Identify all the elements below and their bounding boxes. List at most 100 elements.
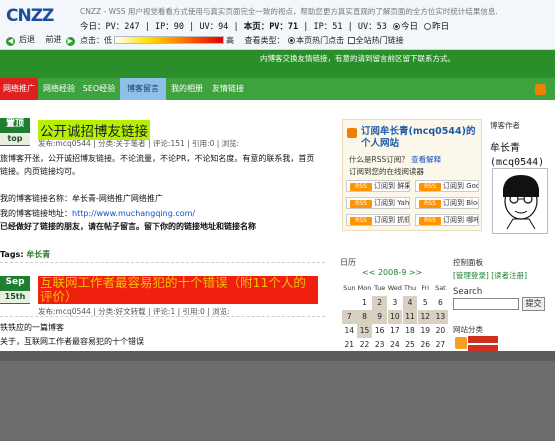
badge-month: Sep bbox=[5, 277, 25, 287]
subscribe-bloglines-button[interactable]: RSS订阅到 Bloglines bbox=[415, 197, 479, 209]
stats-page-uv: UV：53 bbox=[357, 22, 387, 32]
calendar-day[interactable]: 9 bbox=[372, 310, 387, 324]
calendar-day: 24 bbox=[390, 340, 400, 349]
rss-badge-icon: RSS bbox=[350, 200, 372, 208]
calendar-heading: 日历 bbox=[340, 258, 356, 267]
tab-guestbook[interactable]: 博客留言 bbox=[120, 78, 166, 100]
calendar-week: 7 8 9 10 11 12 13 bbox=[342, 310, 448, 324]
category-link[interactable] bbox=[468, 336, 498, 343]
post-title[interactable]: 互联网工作者最容易犯的十个错误（附11个人的评价） bbox=[38, 276, 318, 304]
calendar-month-nav[interactable]: << 2008-9 >> bbox=[362, 268, 422, 277]
rss-badge-icon: RSS bbox=[419, 200, 441, 208]
main-nav: 网络推广 网络经验 SEO经验 博客留言 我的相册 友情链接 bbox=[0, 78, 555, 100]
calendar-day: 6 bbox=[438, 298, 443, 307]
overlay-notch bbox=[142, 351, 424, 361]
back-button[interactable]: ◀ 后退 bbox=[6, 34, 39, 46]
calendar: Sun Mon Tue Wed Thu Fri Sat 1 2 3 4 5 6 … bbox=[342, 282, 448, 352]
post-tags: Tags: 牟长青 bbox=[0, 249, 50, 260]
tab-album[interactable]: 我的相册 bbox=[168, 78, 206, 100]
cnzz-history-nav: ◀ 后退 前进 ▶ bbox=[6, 34, 83, 46]
calendar-day[interactable]: 12 bbox=[417, 310, 433, 324]
click-high-label: 高 bbox=[226, 36, 234, 45]
rss-reader-hint: 订阅到您的在线阅读器 bbox=[349, 167, 424, 176]
calendar-day: 27 bbox=[435, 340, 446, 349]
post-header: Sep 15th 互联网工作者最容易犯的十个错误（附11个人的评价） bbox=[0, 276, 330, 304]
tab-network-exp[interactable]: 网络经验 bbox=[40, 78, 78, 100]
calendar-day: 26 bbox=[420, 340, 430, 349]
badge-bottom: top bbox=[0, 133, 30, 145]
subscribe-google-button[interactable]: RSS订阅到 Google bbox=[415, 180, 479, 192]
rss-badge-icon: RSS bbox=[419, 183, 441, 191]
tab-links[interactable]: 友情链接 bbox=[208, 78, 248, 100]
calendar-day[interactable]: 7 bbox=[342, 310, 357, 324]
weekday: Thu bbox=[403, 284, 417, 292]
header-info: 内博客交换友情链接，有意的请到留言前区留下联系方式。 bbox=[260, 54, 455, 63]
subscribe-xianguo-button[interactable]: RSS 订阅到 鲜果 bbox=[346, 180, 410, 192]
rss-title[interactable]: 订阅牟长青(mcq0544)的个人网站 bbox=[361, 126, 479, 150]
subscribe-yahoo-button[interactable]: RSS订阅到 Yahoo! bbox=[346, 197, 410, 209]
tab-seo[interactable]: SEO经验 bbox=[80, 78, 118, 100]
subscribe-label: 订阅到 Google bbox=[443, 182, 479, 190]
post-paragraph: 已经做好了链接的朋友，请在帖子留言。留下你的的链接地址和链接名称 bbox=[0, 222, 256, 231]
calendar-day[interactable]: 10 bbox=[387, 310, 403, 324]
post-meta: 发布:mcq0544 | 分类:关于笔者 | 评论:151 | 引用:0 | 浏… bbox=[38, 139, 240, 148]
calendar-day[interactable]: 11 bbox=[402, 310, 418, 324]
weekday: Sun bbox=[343, 284, 356, 292]
calendar-day: 3 bbox=[392, 298, 398, 307]
back-arrow-icon: ◀ bbox=[6, 37, 15, 46]
forward-button[interactable]: 前进 ▶ bbox=[46, 34, 79, 46]
view-page-radio[interactable] bbox=[288, 37, 296, 44]
search-input[interactable] bbox=[453, 298, 519, 310]
calendar-day[interactable]: 2 bbox=[372, 296, 387, 310]
tags-label: Tags: bbox=[0, 250, 24, 259]
subscribe-zhuaxia-button[interactable]: RSS 订阅到 抓虾 bbox=[346, 214, 410, 226]
calendar-day[interactable]: 4 bbox=[402, 296, 418, 310]
weekday: Fri bbox=[421, 284, 430, 292]
rss-badge-icon: RSS bbox=[350, 217, 372, 225]
rss-icon[interactable] bbox=[535, 84, 546, 95]
reader-register-link[interactable]: [读者注册] bbox=[491, 271, 527, 280]
cnzz-logo: CNZZ bbox=[6, 6, 62, 30]
badge-top: 置顶 bbox=[5, 119, 24, 129]
view-page-label: 本页热门点击 bbox=[296, 36, 345, 45]
tag-link[interactable]: 牟长青 bbox=[26, 250, 50, 259]
admin-login-link[interactable]: [管理登录] bbox=[453, 271, 489, 280]
badge-day: 15th bbox=[0, 291, 30, 303]
search-submit-button[interactable]: 提交 bbox=[522, 297, 545, 311]
calendar-day[interactable]: 15 bbox=[357, 324, 372, 338]
view-site-checkbox[interactable] bbox=[347, 37, 355, 44]
panel-links: [管理登录] [读者注册] bbox=[453, 270, 527, 281]
tab-network-promo[interactable]: 网络推广 bbox=[0, 78, 38, 100]
yesterday-radio-label: 昨日 bbox=[432, 22, 450, 32]
cnzz-stats: 今日：PV：247 | IP：90 | UV：94 | 本页：PV：71 | I… bbox=[80, 22, 450, 32]
post-paragraph: 链接。内页链接均可。 bbox=[0, 167, 80, 176]
post-header: 置顶 top 公开诚招博友链接 发布:mcq0544 | 分类:关于笔者 | 评… bbox=[0, 118, 330, 148]
calendar-day: 5 bbox=[422, 298, 428, 307]
subscribe-label: 订阅到 Yahoo! bbox=[374, 199, 410, 207]
post-paragraph: 我的博客链接地址：http://www.muchangqing.com/ bbox=[0, 208, 195, 219]
yesterday-radio[interactable] bbox=[424, 23, 432, 30]
calendar-day: 21 bbox=[344, 340, 355, 349]
calendar-day[interactable]: 13 bbox=[433, 310, 448, 324]
author-box: 博客作者 牟长青 (mcq0544) bbox=[490, 120, 552, 168]
today-radio[interactable] bbox=[393, 23, 401, 30]
rss-explain-link[interactable]: 查看解释 bbox=[411, 155, 441, 164]
author-heading: 博客作者 bbox=[490, 121, 520, 130]
calendar-week: 14 15 16 17 18 19 20 bbox=[342, 324, 448, 338]
post-paragraph: 关于，互联网工作者最容易犯的十个错误 bbox=[0, 337, 144, 346]
subscribe-nazha-button[interactable]: RSS 订阅到 哪吒 bbox=[415, 214, 479, 226]
stats-today-pv: 今日：PV：247 bbox=[80, 22, 140, 32]
calendar-day: 25 bbox=[405, 340, 415, 349]
panel-heading: 控制面板 bbox=[453, 258, 483, 267]
avatar-sketch-icon bbox=[503, 175, 539, 230]
calendar-day: 23 bbox=[374, 340, 385, 349]
avatar bbox=[492, 168, 548, 234]
forward-label: 前进 bbox=[45, 35, 62, 44]
rss-question: 什么是RSS订阅？ 查看解释 bbox=[349, 154, 441, 165]
weekday: Tue bbox=[374, 284, 386, 292]
calendar-day[interactable]: 8 bbox=[357, 310, 372, 324]
divider bbox=[0, 262, 325, 263]
today-radio-label: 今日 bbox=[401, 22, 419, 32]
blog-url-link[interactable]: http://www.muchangqing.com/ bbox=[72, 209, 195, 218]
post-title[interactable]: 公开诚招博友链接 bbox=[38, 120, 150, 140]
